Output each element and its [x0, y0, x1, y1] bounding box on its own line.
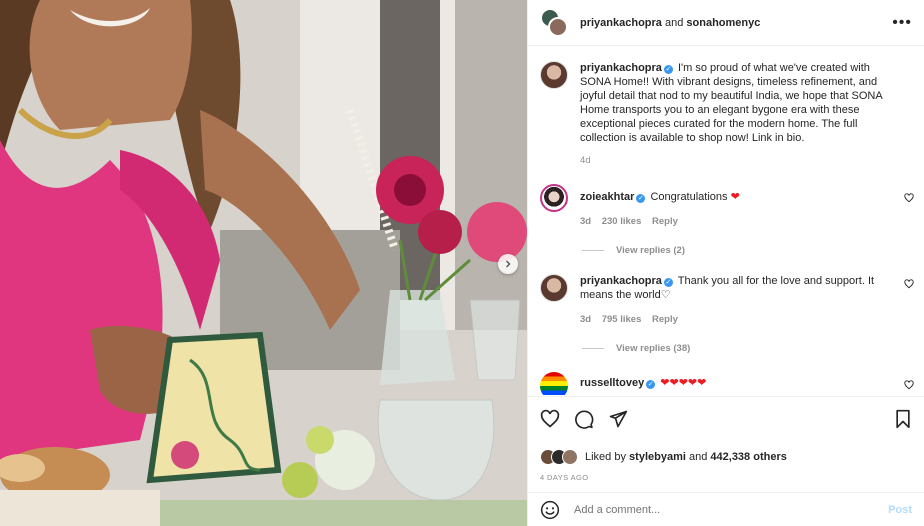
comment-time: 3d	[580, 216, 592, 227]
avatar[interactable]	[540, 274, 568, 302]
more-options-icon[interactable]: •••	[892, 14, 912, 30]
caption-body: I'm so proud of what we've created with …	[580, 62, 883, 144]
reply-button[interactable]: Reply	[652, 216, 678, 227]
like-comment-icon[interactable]	[904, 279, 914, 289]
comment-icon[interactable]	[574, 409, 594, 429]
caption: priyankachopra ✓ I'm so proud of what we'…	[528, 47, 924, 166]
verified-icon: ✓	[663, 278, 673, 287]
author-link[interactable]: priyankachopra	[580, 17, 662, 29]
avatar[interactable]	[540, 184, 568, 212]
comment: russelltovey ✓ ❤❤❤❤❤	[528, 372, 924, 395]
likes-summary: Liked by stylebyami and 442,338 others	[540, 449, 912, 465]
liker-avatars[interactable]	[540, 449, 578, 465]
caption-text: priyankachopra ✓ I'm so proud of what we'…	[580, 61, 890, 145]
post-header: priyankachopra and sonahomenyc •••	[528, 0, 924, 46]
comment-username[interactable]: priyankachopra	[580, 275, 662, 287]
emoji-icon[interactable]	[540, 500, 560, 520]
add-comment-bar: Post	[528, 492, 924, 526]
post-side-panel: priyankachopra and sonahomenyc ••• priya…	[527, 0, 924, 526]
view-replies-button[interactable]: View replies (2)	[580, 245, 890, 256]
avatar[interactable]	[540, 372, 568, 395]
heart-emoji: ❤❤❤❤❤	[660, 377, 707, 389]
likes-user-link[interactable]: stylebyami	[629, 451, 686, 463]
heart-emoji: ❤	[730, 191, 740, 203]
author-link[interactable]: sonahomenyc	[686, 17, 760, 29]
author-conjunction: and	[664, 16, 684, 29]
view-replies-label: View replies (2)	[616, 245, 685, 256]
save-bookmark-icon[interactable]	[894, 409, 912, 429]
caption-time: 4d	[580, 155, 591, 166]
comment-likes[interactable]: 795 likes	[602, 314, 642, 325]
post-authors: priyankachopra and sonahomenyc	[580, 17, 892, 29]
comment-username[interactable]: zoieakhtar	[580, 191, 634, 203]
comment: zoieakhtar ✓ Congratulations ❤ 3d 230 lik…	[528, 184, 924, 256]
instagram-post-modal: priyankachopra and sonahomenyc ••• priya…	[0, 0, 924, 526]
likes-prefix: Liked by	[585, 451, 626, 463]
comment-meta: 3d 230 likes Reply	[580, 216, 890, 227]
post-comment-button[interactable]: Post	[888, 504, 912, 516]
verified-icon: ✓	[646, 380, 656, 389]
comment-text: priyankachopra ✓ Thank you all for the lo…	[580, 274, 890, 302]
verified-icon: ✓	[636, 194, 646, 203]
post-photo	[0, 0, 527, 526]
verified-icon: ✓	[663, 65, 673, 74]
view-replies-label: View replies (38)	[616, 343, 691, 354]
avatar	[548, 16, 568, 37]
photo-scene	[0, 0, 527, 526]
view-replies-button[interactable]: View replies (38)	[580, 343, 890, 354]
likes-conjunction: and	[688, 451, 708, 463]
comment-time: 3d	[580, 314, 592, 325]
replies-divider	[582, 250, 604, 251]
reply-button[interactable]: Reply	[652, 314, 678, 325]
collab-avatars[interactable]	[540, 7, 570, 38]
avatar	[562, 449, 578, 465]
action-bar	[540, 407, 912, 431]
heart-emoji: ♡	[660, 289, 671, 301]
chevron-right-icon	[506, 260, 511, 268]
next-image-button[interactable]	[498, 254, 518, 274]
post-actions: Liked by stylebyami and 442,338 others 4…	[528, 396, 924, 482]
comment-meta: 3d 795 likes Reply	[580, 314, 890, 325]
post-date[interactable]: 4 DAYS AGO	[540, 473, 912, 482]
avatar[interactable]	[540, 61, 568, 89]
comments-list[interactable]: priyankachopra ✓ I'm so proud of what we'…	[528, 47, 924, 395]
share-icon[interactable]	[608, 409, 628, 429]
comment-input[interactable]	[574, 503, 889, 516]
comment-body: Congratulations	[650, 191, 728, 203]
comment-text: zoieakhtar ✓ Congratulations ❤	[580, 184, 890, 204]
comment-likes[interactable]: 230 likes	[602, 216, 642, 227]
comment-text: russelltovey ✓ ❤❤❤❤❤	[580, 372, 890, 390]
like-comment-icon[interactable]	[904, 193, 914, 203]
caption-username[interactable]: priyankachopra	[580, 62, 662, 74]
like-icon[interactable]	[540, 409, 560, 429]
replies-divider	[582, 348, 604, 349]
like-comment-icon[interactable]	[904, 380, 914, 390]
comment-username[interactable]: russelltovey	[580, 377, 644, 389]
comment: priyankachopra ✓ Thank you all for the lo…	[528, 274, 924, 354]
likes-count-link[interactable]: 442,338 others	[710, 451, 786, 463]
